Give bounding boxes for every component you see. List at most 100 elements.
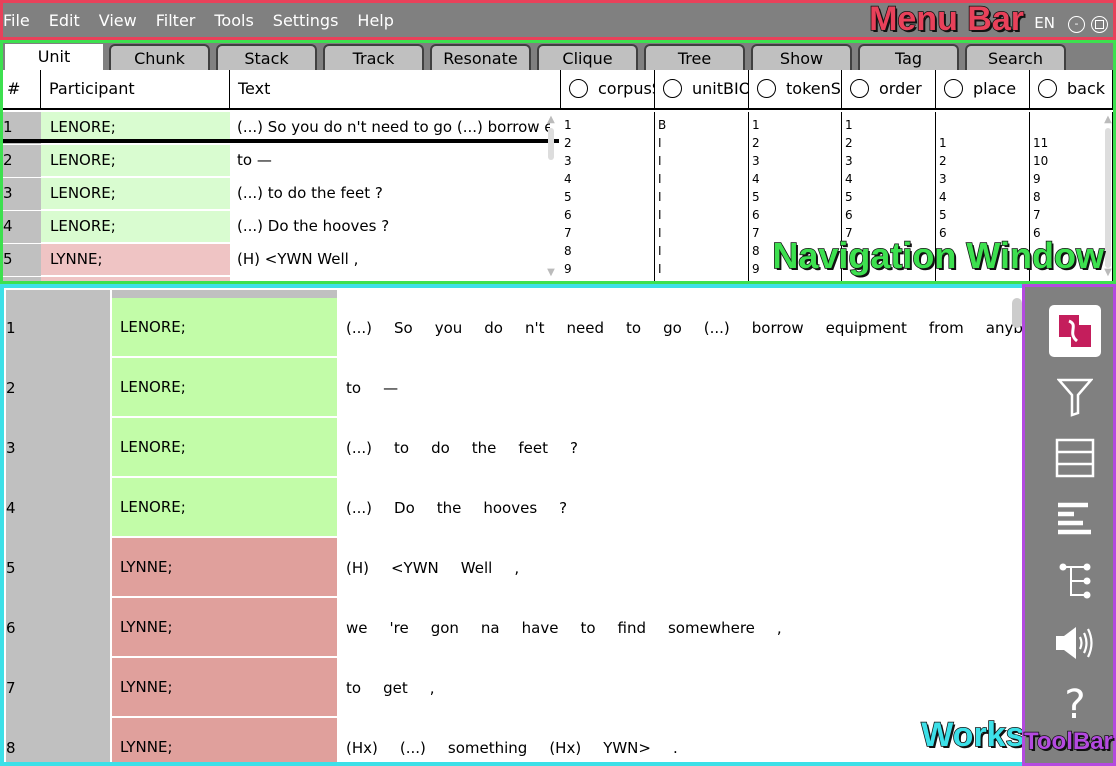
- minimize-button[interactable]: -: [1068, 16, 1085, 33]
- field-header-order[interactable]: order: [842, 70, 936, 110]
- nav-scroll-down[interactable]: ▼: [546, 267, 556, 278]
- menu-view[interactable]: View: [99, 11, 148, 30]
- radio-button[interactable]: [944, 79, 963, 98]
- token[interactable]: (...): [346, 439, 372, 457]
- token[interactable]: equipment: [826, 319, 907, 337]
- header-text[interactable]: Text: [230, 70, 561, 110]
- workspace-row[interactable]: 8 LYNNE; (Hx) (...) something (Hx) YWN>.: [6, 718, 1016, 762]
- token[interactable]: borrow: [752, 319, 804, 337]
- token[interactable]: ,: [514, 559, 519, 577]
- token[interactable]: Do: [394, 499, 415, 517]
- header-participant[interactable]: Participant: [41, 70, 230, 110]
- token[interactable]: ,: [777, 619, 782, 637]
- field-header-unitBIO[interactable]: unitBIO: [655, 70, 749, 110]
- token[interactable]: (...): [704, 319, 730, 337]
- token[interactable]: <YWN: [391, 559, 439, 577]
- workspace-row[interactable]: 3 LENORE; (...) to do the feet?: [6, 418, 1016, 478]
- language-indicator[interactable]: EN: [1034, 14, 1055, 32]
- radio-button[interactable]: [850, 79, 869, 98]
- help-icon[interactable]: ?: [1049, 679, 1101, 731]
- token[interactable]: ?: [570, 439, 578, 457]
- field-header-place[interactable]: place: [936, 70, 1030, 110]
- token[interactable]: you: [435, 319, 463, 337]
- token[interactable]: to: [580, 619, 595, 637]
- token[interactable]: need: [567, 319, 605, 337]
- layout-rows-icon[interactable]: [1049, 432, 1101, 484]
- header-num[interactable]: #: [3, 70, 41, 110]
- tab-stack[interactable]: Stack: [216, 44, 317, 71]
- token[interactable]: na: [481, 619, 500, 637]
- nav-scrollbar[interactable]: [548, 128, 554, 160]
- tab-chunk[interactable]: Chunk: [109, 44, 210, 71]
- token[interactable]: So: [394, 319, 413, 337]
- table-row[interactable]: 3 LENORE; (...) to do the feet ?: [3, 178, 559, 211]
- align-left-icon[interactable]: [1049, 493, 1101, 545]
- radio-button[interactable]: [757, 79, 776, 98]
- app-logo-icon[interactable]: [1049, 305, 1101, 357]
- filter-icon[interactable]: [1049, 371, 1101, 423]
- menu-file[interactable]: File: [3, 11, 41, 30]
- menu-edit[interactable]: Edit: [49, 11, 91, 30]
- speaker-icon[interactable]: [1049, 617, 1101, 669]
- radio-button[interactable]: [663, 79, 682, 98]
- token[interactable]: feet: [518, 439, 548, 457]
- workspace-row[interactable]: 4 LENORE; (...) Do the hooves?: [6, 478, 1016, 538]
- token[interactable]: —: [383, 379, 398, 397]
- token[interactable]: n't: [525, 319, 545, 337]
- token[interactable]: gon: [431, 619, 459, 637]
- radio-button[interactable]: [569, 79, 588, 98]
- tab-clique[interactable]: Clique: [537, 44, 638, 71]
- tab-track[interactable]: Track: [323, 44, 424, 71]
- field-header-tokenSeq[interactable]: tokenSeq: [749, 70, 842, 110]
- field-scroll-down[interactable]: ▼: [1103, 267, 1113, 278]
- token[interactable]: ?: [559, 499, 567, 517]
- radio-button[interactable]: [1038, 79, 1057, 98]
- token[interactable]: 're: [390, 619, 409, 637]
- field-scrollbar[interactable]: [1105, 128, 1111, 268]
- token[interactable]: find: [618, 619, 646, 637]
- token[interactable]: (...): [400, 739, 426, 757]
- token[interactable]: have: [522, 619, 559, 637]
- menu-tools[interactable]: Tools: [214, 11, 264, 30]
- token[interactable]: YWN>: [603, 739, 651, 757]
- token[interactable]: (Hx): [549, 739, 581, 757]
- token[interactable]: go: [663, 319, 682, 337]
- token[interactable]: hooves: [483, 499, 537, 517]
- token[interactable]: something: [448, 739, 527, 757]
- token[interactable]: somewhere: [668, 619, 755, 637]
- field-header-back[interactable]: back: [1030, 70, 1113, 110]
- menu-filter[interactable]: Filter: [156, 11, 207, 30]
- token[interactable]: .: [673, 739, 678, 757]
- token[interactable]: to: [346, 679, 361, 697]
- token[interactable]: (Hx): [346, 739, 378, 757]
- workspace-scrollbar[interactable]: [1012, 298, 1022, 328]
- table-row[interactable]: 2 LENORE; to —: [3, 145, 559, 178]
- token[interactable]: the: [437, 499, 462, 517]
- tab-tree[interactable]: Tree: [644, 44, 745, 71]
- token[interactable]: (...): [346, 319, 372, 337]
- field-header-corpusSeq[interactable]: corpusSeq: [561, 70, 655, 110]
- tab-tag[interactable]: Tag: [858, 44, 959, 71]
- token[interactable]: to: [394, 439, 409, 457]
- menu-help[interactable]: Help: [357, 11, 404, 30]
- token[interactable]: (...): [346, 499, 372, 517]
- tab-search[interactable]: Search: [965, 44, 1066, 71]
- nav-scroll-up[interactable]: ▲: [546, 114, 556, 125]
- table-row[interactable]: 4 LENORE; (...) Do the hooves ?: [3, 211, 559, 244]
- menu-settings[interactable]: Settings: [273, 11, 350, 30]
- tab-unit[interactable]: Unit: [5, 44, 103, 73]
- token[interactable]: to: [346, 379, 361, 397]
- token[interactable]: Well: [461, 559, 493, 577]
- workspace-row[interactable]: 7 LYNNE; to get,: [6, 658, 1016, 718]
- maximize-button[interactable]: [1091, 16, 1108, 33]
- workspace-row[interactable]: 2 LENORE; to —: [6, 358, 1016, 418]
- table-row[interactable]: 6: [3, 277, 559, 281]
- token[interactable]: (H): [346, 559, 369, 577]
- token[interactable]: get: [383, 679, 408, 697]
- token[interactable]: to: [626, 319, 641, 337]
- token[interactable]: do: [431, 439, 450, 457]
- tab-show[interactable]: Show: [751, 44, 852, 71]
- workspace-row[interactable]: 6 LYNNE; we 're gon na have to find somewhere,: [6, 598, 1016, 658]
- token[interactable]: from: [929, 319, 964, 337]
- field-scroll-up[interactable]: ▲: [1103, 114, 1113, 125]
